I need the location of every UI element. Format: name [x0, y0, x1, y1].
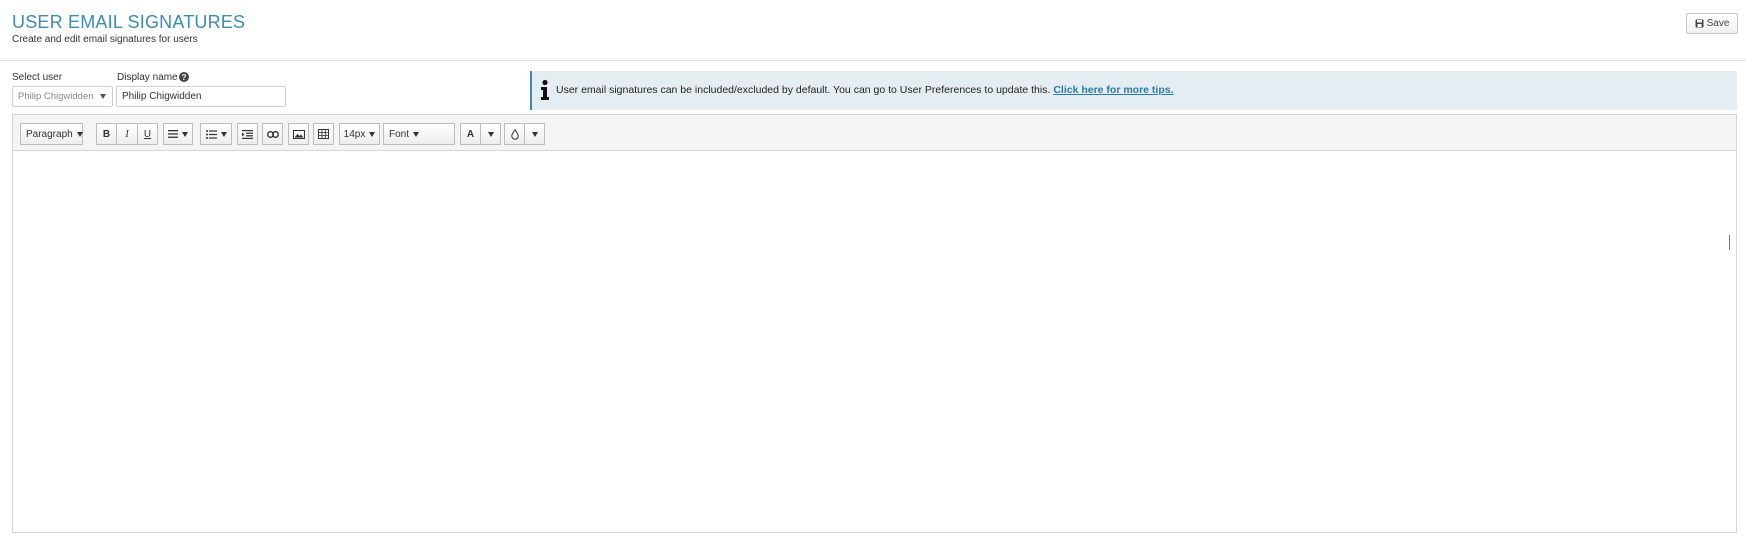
font-family-label: Font: [389, 128, 410, 140]
background-color-dropdown[interactable]: [525, 123, 545, 145]
font-size-label: 14px: [343, 128, 366, 140]
insert-link-button[interactable]: [262, 123, 283, 145]
page-title: USER EMAIL SIGNATURES: [12, 12, 246, 32]
underline-button[interactable]: U: [138, 123, 158, 145]
floppy-disk-icon: [1695, 19, 1704, 28]
link-icon: [266, 130, 279, 138]
chevron-down-icon: [369, 131, 376, 137]
image-icon: [292, 129, 305, 139]
text-color-button[interactable]: A: [460, 123, 481, 145]
more-tips-link[interactable]: Click here for more tips.: [1053, 84, 1173, 96]
italic-button[interactable]: I: [117, 123, 138, 145]
chevron-down-icon: [531, 131, 538, 137]
align-icon: [168, 130, 178, 138]
text-color-label: A: [466, 128, 475, 140]
chevron-down-icon: [220, 131, 227, 137]
display-name-input[interactable]: [116, 86, 286, 107]
table-icon: [318, 129, 329, 139]
italic-label: I: [125, 128, 129, 140]
bold-label: B: [102, 128, 111, 140]
bold-button[interactable]: B: [96, 123, 117, 145]
signature-editor: Paragraph B I U 14px Font A: [12, 114, 1737, 533]
text-color-dropdown[interactable]: [481, 123, 501, 145]
editor-toolbar: Paragraph B I U 14px Font A: [13, 115, 1736, 151]
paragraph-format-label: Paragraph: [26, 128, 73, 140]
indent-button[interactable]: [237, 123, 258, 145]
chevron-down-icon: [76, 131, 83, 137]
indent-icon: [242, 129, 253, 139]
info-icon: [539, 79, 551, 101]
select-user-value: Philip Chigwidden: [18, 91, 94, 102]
editor-content-area[interactable]: [13, 151, 1736, 532]
info-banner: User email signatures can be included/ex…: [530, 71, 1737, 110]
background-color-button[interactable]: [504, 123, 525, 145]
chevron-down-icon: [487, 131, 494, 137]
insert-table-button[interactable]: [313, 123, 334, 145]
underline-label: U: [143, 128, 152, 140]
chevron-down-icon: [182, 131, 188, 137]
list-dropdown[interactable]: [200, 123, 232, 145]
font-size-dropdown[interactable]: 14px: [339, 123, 380, 145]
paragraph-format-dropdown[interactable]: Paragraph: [20, 123, 83, 145]
droplet-icon: [510, 128, 519, 140]
save-button[interactable]: Save: [1686, 13, 1738, 34]
save-button-label: Save: [1706, 18, 1730, 29]
insert-image-button[interactable]: [288, 123, 309, 145]
font-family-dropdown[interactable]: Font: [383, 123, 455, 145]
info-message: User email signatures can be included/ex…: [556, 84, 1051, 96]
align-dropdown[interactable]: [163, 123, 193, 145]
help-icon[interactable]: ?: [179, 72, 189, 82]
text-cursor: [1729, 235, 1730, 250]
display-name-label: Display name: [117, 72, 178, 83]
info-banner-text: User email signatures can be included/ex…: [556, 84, 1174, 96]
select-user-label: Select user: [12, 72, 63, 83]
chevron-down-icon: [413, 131, 420, 137]
page-subtitle: Create and edit email signatures for use…: [12, 34, 198, 45]
select-user-dropdown[interactable]: Philip Chigwidden: [12, 86, 113, 107]
chevron-down-icon: [100, 94, 106, 99]
bulleted-list-icon: [205, 129, 217, 139]
page-header: USER EMAIL SIGNATURES Create and edit em…: [0, 0, 1746, 61]
